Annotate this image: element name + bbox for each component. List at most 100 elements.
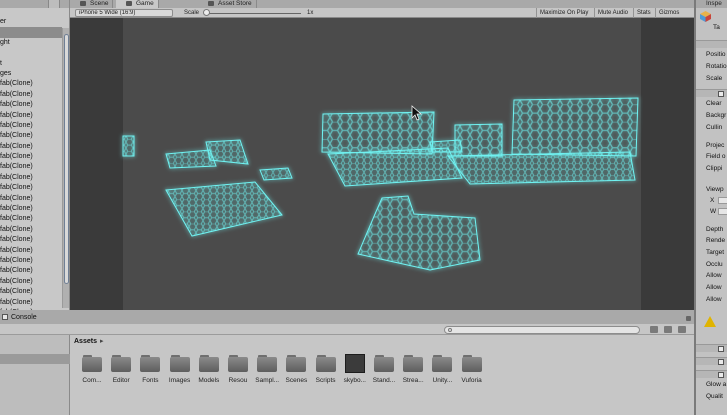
asset-folder[interactable]: Com... xyxy=(78,355,106,387)
tab-console[interactable]: Console xyxy=(0,312,41,323)
viewport-w-field[interactable] xyxy=(718,208,727,215)
viewport-x-field[interactable] xyxy=(718,197,727,204)
hierarchy-item[interactable] xyxy=(0,48,62,58)
breadcrumb[interactable]: Assets ▸ xyxy=(74,337,103,345)
hierarchy-item[interactable]: fab(Clone) xyxy=(0,194,62,204)
asset-folder[interactable]: Images xyxy=(166,355,194,387)
hierarchy-item[interactable]: fab(Clone) xyxy=(0,173,62,183)
transform-component-header[interactable] xyxy=(696,40,727,48)
inspector-field-label: Allow xyxy=(706,284,722,291)
glow-enabled-checkbox[interactable] xyxy=(718,372,724,378)
hierarchy-item[interactable]: fab(Clone) xyxy=(0,142,62,152)
inspector-field-label: Glow a xyxy=(706,381,727,388)
hierarchy-item[interactable]: fab(Clone) xyxy=(0,152,62,162)
hierarchy-item[interactable]: er xyxy=(0,17,62,27)
hierarchy-item[interactable]: fab(Clone) xyxy=(0,111,62,121)
hierarchy-item[interactable]: fab(Clone) xyxy=(0,121,62,131)
inspector-field-label: Qualit xyxy=(706,393,723,400)
hierarchy-item[interactable]: ght xyxy=(0,38,62,48)
scale-slider-track[interactable] xyxy=(205,13,301,14)
filter-by-type-icon[interactable] xyxy=(650,326,658,333)
game-toolbar: iPhone 5 Wide (16:9) Scale 1x Maximize O… xyxy=(70,8,694,18)
asset-folder[interactable]: Resou xyxy=(224,355,252,387)
game-view[interactable] xyxy=(70,18,694,310)
favorite-star-icon[interactable] xyxy=(678,326,686,333)
folder-icon xyxy=(198,355,219,372)
glow-component-header[interactable] xyxy=(696,370,727,378)
tab-scene[interactable]: Scene xyxy=(70,0,114,8)
hexagon-tiles xyxy=(122,97,639,271)
gizmos-button[interactable]: Gizmos xyxy=(655,8,682,18)
hierarchy-item[interactable]: fab(Clone) xyxy=(0,131,62,141)
hierarchy-item[interactable]: fab(Clone) xyxy=(0,90,62,100)
tab-game[interactable]: Game xyxy=(116,0,159,8)
hierarchy-item[interactable]: fab(Clone) xyxy=(0,100,62,110)
asset-folder[interactable]: Scripts xyxy=(312,355,340,387)
hierarchy-item[interactable]: fab(Clone) xyxy=(0,162,62,172)
folder-icon xyxy=(374,355,394,372)
project-tree-selected-item[interactable] xyxy=(0,354,70,364)
component-header[interactable] xyxy=(696,344,727,352)
asset-folder[interactable]: Editor xyxy=(107,355,135,387)
console-tab-bar: Console xyxy=(0,310,694,324)
asset-folder[interactable]: Unity... xyxy=(428,355,456,387)
hierarchy-item[interactable]: fab(Clone) xyxy=(0,235,62,245)
inspector-field-label: Rende xyxy=(706,237,726,244)
asset-skybox[interactable]: skybo... xyxy=(341,354,369,387)
inspector-field-label: W xyxy=(710,208,717,215)
scale-slider-handle[interactable] xyxy=(203,9,210,16)
component-enabled-checkbox[interactable] xyxy=(718,359,724,365)
asset-folder[interactable]: Strea... xyxy=(399,355,427,387)
inspector-tab[interactable]: Inspe xyxy=(696,0,727,8)
asset-folder[interactable]: Stand... xyxy=(370,355,398,387)
hierarchy-item[interactable]: fab(Clone) xyxy=(0,214,62,224)
lock-icon[interactable] xyxy=(686,316,691,321)
hierarchy-item[interactable]: fab(Clone) xyxy=(0,298,62,308)
hierarchy-item[interactable]: fab(Clone) xyxy=(0,183,62,193)
component-header[interactable] xyxy=(696,357,727,365)
tab-asset-store[interactable]: Asset Store xyxy=(198,0,257,8)
hierarchy-item[interactable]: fab(Clone) xyxy=(0,225,62,235)
hierarchy-item[interactable]: fab(Clone) xyxy=(0,287,62,297)
inspector-field-label: Allow xyxy=(706,272,722,279)
camera-component-header[interactable] xyxy=(696,89,727,97)
filter-by-label-icon[interactable] xyxy=(664,326,672,333)
hierarchy-item[interactable]: fab(Clone) xyxy=(0,256,62,266)
component-enabled-checkbox[interactable] xyxy=(718,346,724,352)
hierarchy-create-button[interactable] xyxy=(48,0,60,8)
asset-folder[interactable]: Models xyxy=(195,355,223,387)
hierarchy-item[interactable] xyxy=(0,27,62,38)
folder-icon xyxy=(228,355,248,372)
aspect-dropdown[interactable]: iPhone 5 Wide (16:9) xyxy=(75,9,173,17)
asset-folder[interactable]: Scenes xyxy=(282,355,310,387)
scale-label: Scale xyxy=(184,10,200,16)
hierarchy-item[interactable]: t xyxy=(0,59,62,69)
hierarchy-scrollbar[interactable] xyxy=(62,28,69,308)
project-search-input[interactable] xyxy=(444,326,640,334)
maximize-on-play-button[interactable]: Maximize On Play xyxy=(536,8,591,18)
project-assets-grid: Assets ▸ Com... Editor Fonts Images Models Res… xyxy=(70,335,694,415)
hierarchy-list: er ght t ges fab(Clone) fab(Clone) fab(Clone) f… xyxy=(0,17,62,318)
asset-folder[interactable]: Vuforia xyxy=(458,355,486,387)
asset-folder[interactable]: Fonts xyxy=(136,355,164,387)
inspector-field-label: Occlu xyxy=(706,261,723,268)
hierarchy-item[interactable]: ges xyxy=(0,69,62,79)
hierarchy-item[interactable]: fab(Clone) xyxy=(0,204,62,214)
inspector-field-label: Backgr xyxy=(706,112,727,119)
hierarchy-item[interactable]: fab(Clone) xyxy=(0,79,62,89)
asset-folder[interactable]: Sampl... xyxy=(253,355,281,387)
hierarchy-scroll-thumb[interactable] xyxy=(64,34,69,284)
mute-audio-button[interactable]: Mute Audio xyxy=(594,8,631,18)
unity-editor-window: er ght t ges fab(Clone) fab(Clone) fab(Clone) f… xyxy=(0,0,727,415)
inspector-field-label: Viewp xyxy=(706,186,724,193)
hierarchy-tab-bar xyxy=(0,0,69,8)
game-render xyxy=(122,97,639,271)
inspector-field-label: Target xyxy=(706,249,725,256)
hierarchy-item[interactable]: fab(Clone) xyxy=(0,246,62,256)
hierarchy-item[interactable]: fab(Clone) xyxy=(0,266,62,276)
inspector-field-label: Projec xyxy=(706,142,725,149)
camera-enabled-checkbox[interactable] xyxy=(718,91,724,97)
console-icon xyxy=(2,314,8,320)
stats-button[interactable]: Stats xyxy=(633,8,654,18)
hierarchy-item[interactable]: fab(Clone) xyxy=(0,277,62,287)
